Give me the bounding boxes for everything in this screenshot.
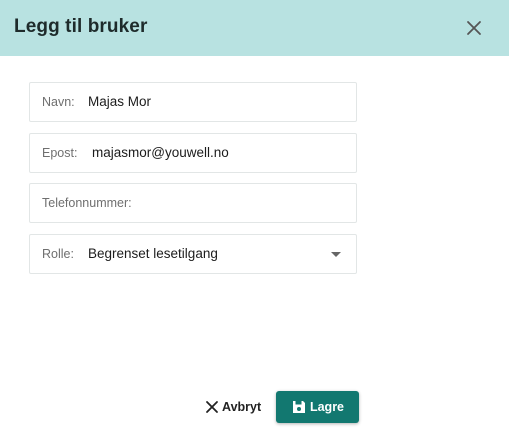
role-select[interactable]: Rolle: Begrenset lesetilgang [29, 234, 357, 274]
add-user-dialog: Legg til bruker Navn: Epost: Telefonnumm… [0, 0, 509, 432]
save-label: Lagre [309, 400, 345, 414]
close-icon [206, 401, 218, 413]
name-input[interactable] [88, 94, 338, 109]
save-icon [292, 401, 305, 413]
email-input[interactable] [92, 145, 342, 160]
close-icon [467, 21, 481, 35]
save-button[interactable]: Lagre [276, 391, 359, 423]
phone-field[interactable]: Telefonnummer: [29, 183, 357, 223]
dialog-header: Legg til bruker [0, 0, 509, 56]
email-label: Epost: [42, 146, 78, 160]
phone-input[interactable] [140, 195, 340, 210]
name-label: Navn: [42, 95, 75, 109]
role-label: Rolle: [42, 247, 74, 261]
dialog-title: Legg til bruker [14, 16, 148, 37]
caret-down-icon[interactable] [331, 252, 341, 257]
cancel-label: Avbryt [222, 400, 262, 414]
phone-label: Telefonnummer: [42, 196, 132, 210]
email-field[interactable]: Epost: [29, 133, 357, 173]
name-field[interactable]: Navn: [29, 82, 357, 122]
cancel-button[interactable]: Avbryt [200, 394, 261, 420]
close-button[interactable] [462, 16, 486, 40]
role-value: Begrenset lesetilgang [88, 246, 218, 261]
